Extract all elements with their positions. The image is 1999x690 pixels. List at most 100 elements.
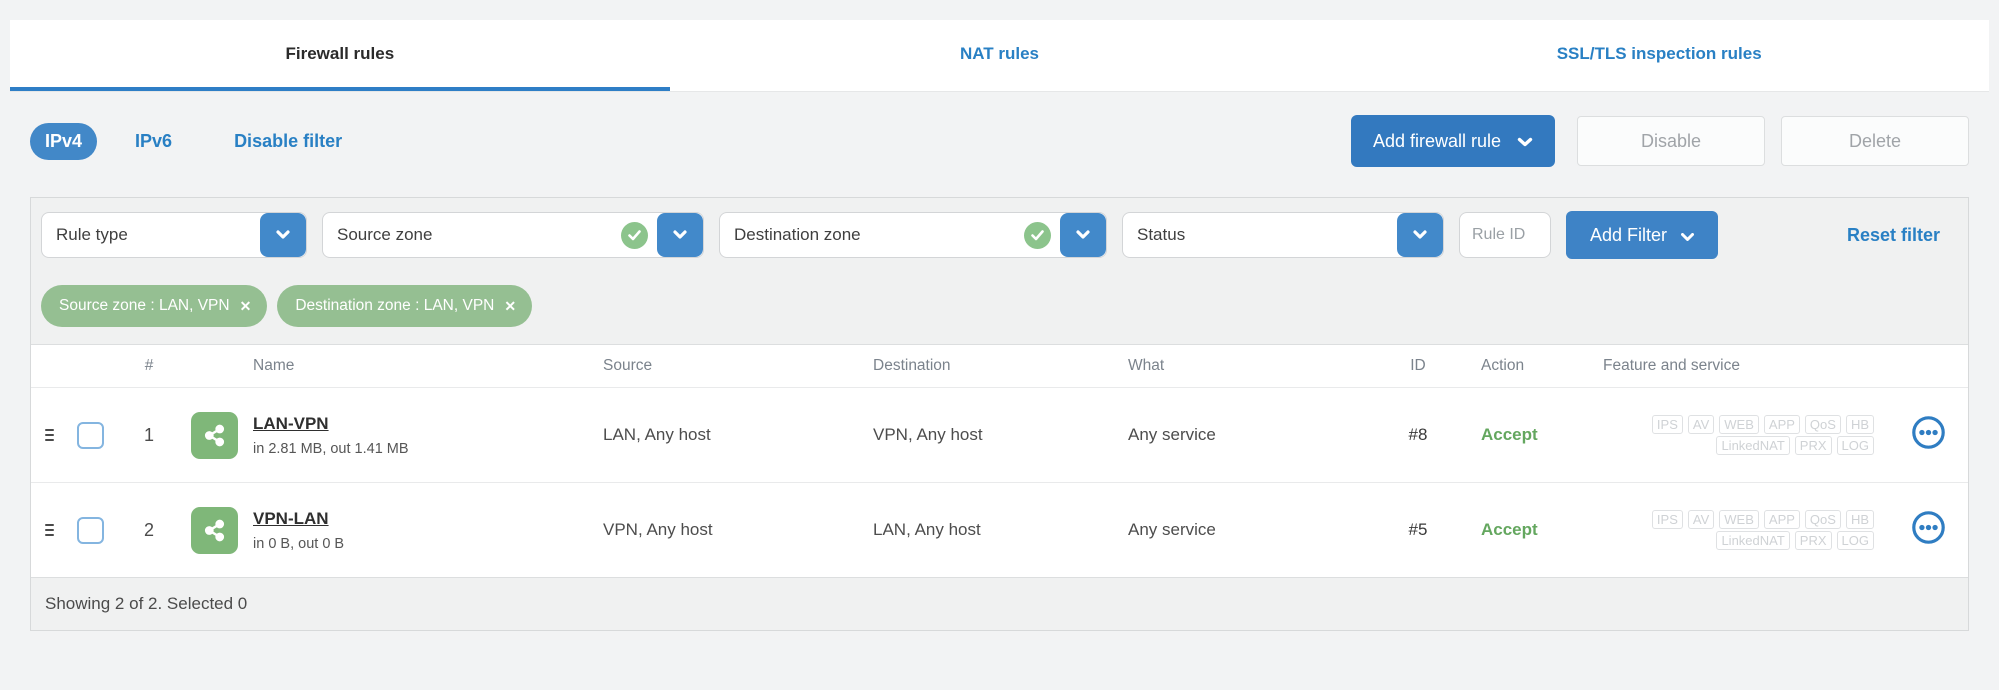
- rule-source: LAN, Any host: [603, 425, 711, 444]
- feature-badge: APP: [1763, 510, 1800, 529]
- header-what: What: [1128, 357, 1165, 374]
- header-name: Name: [253, 357, 295, 374]
- close-icon[interactable]: ✕: [504, 298, 516, 315]
- rule-action: Accept: [1481, 425, 1538, 444]
- destination-zone-select-toggle[interactable]: [1060, 213, 1106, 257]
- feature-badge: LOG: [1836, 436, 1874, 455]
- source-zone-select-toggle[interactable]: [657, 213, 703, 257]
- feature-badge: IPS: [1651, 415, 1683, 434]
- feature-badge: HB: [1845, 415, 1874, 434]
- feature-badge: PRX: [1794, 436, 1832, 455]
- disable-button[interactable]: Disable: [1577, 116, 1765, 166]
- rule-type-select[interactable]: Rule type: [41, 212, 307, 258]
- chip-label: Source zone : LAN, VPN: [59, 297, 230, 314]
- rule-traffic: in 0 B, out 0 B: [253, 535, 345, 552]
- chevron-down-icon: [673, 226, 687, 244]
- header-number: #: [144, 357, 154, 374]
- feature-badge: QoS: [1804, 415, 1841, 434]
- table-header-row: # Name Source Destination What ID Action…: [31, 345, 1968, 387]
- drag-handle-icon[interactable]: [45, 524, 54, 536]
- row-number: 2: [143, 519, 154, 540]
- header-destination: Destination: [873, 357, 951, 374]
- rule-destination: LAN, Any host: [873, 520, 981, 539]
- add-firewall-rule-label: Add firewall rule: [1372, 130, 1501, 151]
- feature-badge: PRX: [1794, 531, 1832, 550]
- tab-nat-rules[interactable]: NAT rules: [670, 20, 1330, 91]
- feature-badge: HB: [1845, 510, 1874, 529]
- destination-zone-filter-chip[interactable]: Destination zone : LAN, VPN ✕: [277, 285, 533, 327]
- feature-badge: LinkedNAT: [1716, 531, 1790, 550]
- header-feature-and-service: Feature and service: [1603, 357, 1740, 374]
- table-row: 2 VPN-LAN in 0 B, out 0 B VPN, Any host …: [31, 482, 1968, 577]
- row-number: 1: [143, 424, 154, 445]
- rule-id-input[interactable]: [1459, 212, 1551, 258]
- feature-badge: WEB: [1719, 510, 1759, 529]
- header-source: Source: [603, 357, 653, 374]
- destination-zone-select-value: Destination zone: [734, 225, 861, 244]
- rule-id: #8: [1408, 425, 1428, 444]
- feature-badge: LOG: [1836, 531, 1874, 550]
- close-icon[interactable]: ✕: [240, 298, 252, 315]
- source-zone-select-value: Source zone: [337, 225, 433, 244]
- status-select-toggle[interactable]: [1397, 213, 1443, 257]
- check-circle-icon: [1024, 221, 1051, 249]
- drag-handle-icon[interactable]: [45, 429, 54, 441]
- rule-id: #5: [1408, 520, 1428, 539]
- rule-name-link[interactable]: LAN-VPN: [253, 414, 329, 434]
- ellipsis-circle-icon: [1910, 509, 1947, 551]
- feature-badges: IPS AV WEB APP QoS HB LinkedNAT PRX LOG: [1563, 413, 1888, 457]
- check-circle-icon: [621, 221, 648, 249]
- row-more-menu-button[interactable]: [1888, 414, 1968, 456]
- row-checkbox[interactable]: [77, 421, 104, 449]
- ipv6-filter-link[interactable]: IPv6: [135, 131, 172, 152]
- add-filter-button[interactable]: Add Filter: [1566, 211, 1719, 259]
- zone-to-zone-rule-icon: [191, 411, 238, 459]
- rule-traffic: in 2.81 MB, out 1.41 MB: [253, 440, 409, 457]
- header-id: ID: [1410, 357, 1426, 374]
- feature-badges: IPS AV WEB APP QoS HB LinkedNAT PRX LOG: [1563, 508, 1888, 552]
- chevron-down-icon: [276, 226, 290, 244]
- rule-what: Any service: [1128, 425, 1216, 444]
- rule-type-select-value: Rule type: [56, 225, 128, 244]
- tab-firewall-rules[interactable]: Firewall rules: [10, 20, 670, 91]
- disable-filter-link[interactable]: Disable filter: [234, 131, 342, 152]
- chevron-down-icon: [1076, 226, 1090, 244]
- rule-name-link[interactable]: VPN-LAN: [253, 509, 329, 529]
- chevron-down-icon: [1413, 226, 1427, 244]
- rule-destination: VPN, Any host: [873, 425, 983, 444]
- rule-what: Any service: [1128, 520, 1216, 539]
- ellipsis-circle-icon: [1910, 414, 1947, 456]
- feature-badge: WEB: [1719, 415, 1759, 434]
- source-zone-filter-chip[interactable]: Source zone : LAN, VPN ✕: [41, 285, 268, 327]
- rule-action: Accept: [1481, 520, 1538, 539]
- status-select-value: Status: [1137, 225, 1186, 244]
- delete-button[interactable]: Delete: [1781, 116, 1969, 166]
- rule-type-select-toggle[interactable]: [260, 213, 306, 257]
- add-firewall-rule-button[interactable]: Add firewall rule: [1350, 115, 1555, 167]
- feature-badge: QoS: [1804, 510, 1841, 529]
- chevron-down-icon: [1681, 225, 1695, 246]
- feature-badge: APP: [1763, 415, 1800, 434]
- reset-filter-link[interactable]: Reset filter: [1847, 225, 1940, 246]
- toolbar: IPv4 IPv6 Disable filter Add firewall ru…: [30, 115, 1969, 167]
- destination-zone-select[interactable]: Destination zone: [719, 212, 1107, 258]
- chip-label: Destination zone : LAN, VPN: [295, 297, 495, 314]
- source-zone-select[interactable]: Source zone: [322, 212, 704, 258]
- status-select[interactable]: Status: [1122, 212, 1444, 258]
- tab-ssl-tls-inspection-rules[interactable]: SSL/TLS inspection rules: [1329, 20, 1989, 91]
- row-more-menu-button[interactable]: [1888, 509, 1968, 551]
- active-filter-chips: Source zone : LAN, VPN ✕ Destination zon…: [31, 259, 1968, 344]
- feature-badge: AV: [1687, 510, 1715, 529]
- feature-badge: AV: [1687, 415, 1715, 434]
- row-checkbox[interactable]: [77, 516, 104, 544]
- add-filter-label: Add Filter: [1590, 224, 1668, 245]
- rule-source: VPN, Any host: [603, 520, 713, 539]
- ipv4-filter-pill[interactable]: IPv4: [30, 122, 98, 160]
- table-row: 1 LAN-VPN in 2.81 MB, out 1.41 MB LAN, A…: [31, 387, 1968, 482]
- rules-tabbar: Firewall rules NAT rules SSL/TLS inspect…: [10, 20, 1989, 92]
- filter-row: Rule type Source zone Destination zone S…: [31, 198, 1968, 259]
- feature-badge: LinkedNAT: [1716, 436, 1790, 455]
- feature-badge: IPS: [1651, 510, 1683, 529]
- firewall-rules-table: # Name Source Destination What ID Action…: [31, 344, 1968, 577]
- header-action: Action: [1481, 357, 1525, 374]
